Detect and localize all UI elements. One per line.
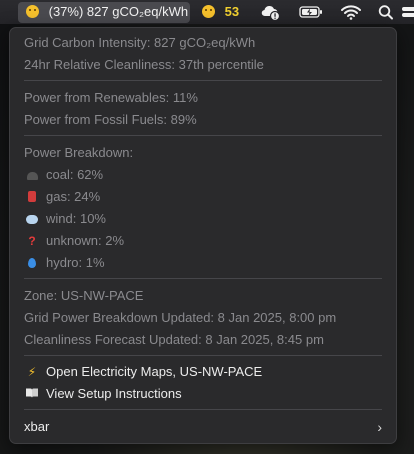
droplet-icon xyxy=(24,253,40,273)
menu-item-coal[interactable]: coal: 62% xyxy=(24,165,103,185)
menu-separator xyxy=(24,80,382,81)
menu-item-zone[interactable]: Zone: US-NW-PACE xyxy=(24,286,143,306)
menu-item-breakdown-updated[interactable]: Grid Power Breakdown Updated: 8 Jan 2025… xyxy=(24,308,336,328)
coal-label: coal: 62% xyxy=(46,167,104,182)
counter-menu[interactable]: 53 xyxy=(202,0,239,24)
chevron-right-icon: › xyxy=(377,419,382,435)
cloud-alert-icon[interactable] xyxy=(258,0,282,24)
menu-item-setup[interactable]: View Setup Instructions xyxy=(24,384,182,404)
carbon-status-menu[interactable]: (37%) 827 gCO₂eq/kWh xyxy=(26,0,188,24)
gas-can-icon xyxy=(24,187,40,207)
gas-label: gas: 24% xyxy=(46,189,101,204)
wifi-icon[interactable] xyxy=(340,0,362,24)
menu-item-hydro[interactable]: hydro: 1% xyxy=(24,253,105,273)
menu-item-intensity[interactable]: Grid Carbon Intensity: 827 gCO₂eq/kWh xyxy=(24,33,255,53)
menu-bar: (37%) 827 gCO₂eq/kWh 53 xyxy=(0,0,414,24)
menu-item-cleanliness[interactable]: 24hr Relative Cleanliness: 37th percenti… xyxy=(24,55,264,75)
counter-label: 53 xyxy=(224,4,240,19)
coal-icon xyxy=(24,165,40,185)
menu-separator xyxy=(24,355,382,356)
menu-item-forecast-updated[interactable]: Cleanliness Forecast Updated: 8 Jan 2025… xyxy=(24,330,324,350)
menu-item-fossil[interactable]: Power from Fossil Fuels: 89% xyxy=(24,110,197,130)
control-center-icon[interactable] xyxy=(402,0,414,24)
battery-charging-icon[interactable] xyxy=(298,0,324,24)
open-maps-label: Open Electricity Maps, US-NW-PACE xyxy=(46,364,263,379)
menu-item-open-maps[interactable]: ⚡ Open Electricity Maps, US-NW-PACE xyxy=(24,362,262,382)
menu-item-gas[interactable]: gas: 24% xyxy=(24,187,100,207)
search-icon[interactable] xyxy=(377,0,395,24)
carbon-status-label: (37%) 827 gCO₂eq/kWh xyxy=(48,4,189,19)
book-icon xyxy=(24,384,40,404)
wind-label: wind: 10% xyxy=(46,211,106,226)
menu-item-breakdown-header[interactable]: Power Breakdown: xyxy=(24,143,133,163)
setup-label: View Setup Instructions xyxy=(46,386,182,401)
menu-item-wind[interactable]: wind: 10% xyxy=(24,209,106,229)
question-mark-icon: ? xyxy=(28,234,36,248)
menu-separator xyxy=(24,409,382,410)
unknown-label: unknown: 2% xyxy=(46,233,125,248)
menu-separator xyxy=(24,135,382,136)
carbon-dropdown-menu: Grid Carbon Intensity: 827 gCO₂eq/kWh 24… xyxy=(9,27,397,444)
menu-separator xyxy=(24,278,382,279)
hydro-label: hydro: 1% xyxy=(46,255,105,270)
worried-face-icon xyxy=(26,5,39,18)
menu-item-xbar[interactable]: xbar xyxy=(24,417,49,437)
lightning-icon: ⚡ xyxy=(27,365,37,379)
menu-item-renewables[interactable]: Power from Renewables: 11% xyxy=(24,88,198,108)
menu-item-unknown[interactable]: ? unknown: 2% xyxy=(24,231,124,251)
smiley-face-icon xyxy=(202,5,215,18)
wind-icon xyxy=(24,209,40,229)
